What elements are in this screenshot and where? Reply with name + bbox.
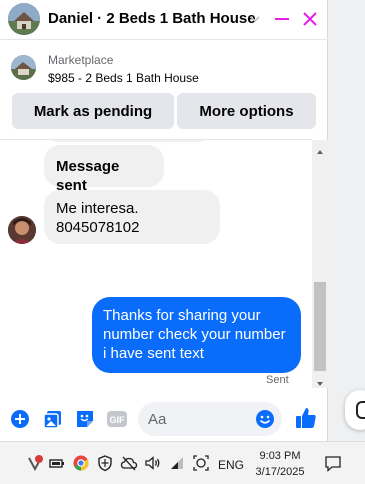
compose-icon (356, 401, 365, 419)
taskbar: ENG 9:03 PM 3/17/2025 (0, 441, 365, 484)
capture-tool-icon[interactable] (192, 454, 210, 472)
antivirus-icon[interactable] (26, 454, 44, 472)
message-list[interactable]: Message sent Me interesa. 8045078102 Tha… (0, 140, 312, 388)
volume-icon[interactable] (144, 454, 162, 472)
message-bubble-incoming[interactable]: Message sent (44, 145, 164, 194)
scroll-down-arrow-icon[interactable] (312, 376, 328, 386)
thumbs-up-icon[interactable] (294, 406, 318, 430)
messenger-chat-window: Daniel · 2 Beds 1 Bath House Marketplace… (0, 0, 328, 441)
message-line: number check your number (103, 326, 286, 343)
chat-title[interactable]: Daniel · 2 Beds 1 Bath House (48, 10, 256, 27)
cloud-offline-icon[interactable] (120, 454, 138, 472)
gif-label: GIF (110, 415, 126, 425)
message-line: i have sent text (103, 345, 204, 362)
listing-thumbnail[interactable] (11, 55, 36, 80)
mark-as-pending-button[interactable]: Mark as pending (12, 93, 174, 129)
marketplace-listing[interactable]: Marketplace $985 - 2 Beds 1 Bath House (0, 41, 328, 91)
message-input-placeholder: Aa (148, 411, 167, 428)
listing-source: Marketplace (48, 53, 114, 67)
security-shield-icon[interactable] (96, 454, 114, 472)
more-options-button[interactable]: More options (177, 93, 316, 129)
message-line: Me interesa. (56, 200, 139, 217)
input-language[interactable]: ENG (218, 458, 244, 472)
notification-icon[interactable] (324, 455, 342, 472)
gif-icon[interactable]: GIF (106, 408, 128, 430)
sender-avatar[interactable] (8, 216, 36, 244)
message-bubble-incoming[interactable]: Me interesa. 8045078102 (44, 190, 220, 244)
message-line: Thanks for sharing your (103, 307, 261, 324)
listing-actions: Mark as pending More options (12, 93, 316, 129)
sticker-icon[interactable] (74, 408, 96, 430)
floating-compose-button[interactable] (345, 390, 365, 430)
previous-message-bubble (44, 140, 212, 142)
scrollbar-thumb[interactable] (314, 282, 326, 371)
clock-date: 3/17/2025 (255, 466, 305, 478)
clock[interactable]: 9:03 PM 3/17/2025 (252, 448, 308, 480)
message-input[interactable]: Aa (138, 402, 282, 436)
message-bubble-outgoing[interactable]: Thanks for sharing your number check you… (92, 297, 301, 373)
photo-icon[interactable] (42, 408, 64, 430)
message-line: 8045078102 (56, 219, 140, 236)
listing-description: $985 - 2 Beds 1 Bath House (48, 71, 199, 85)
chevron-down-icon[interactable] (248, 12, 262, 26)
message-composer: GIF Aa (0, 398, 328, 441)
wifi-icon[interactable] (168, 454, 186, 472)
message-scrollbar[interactable] (312, 140, 328, 388)
scroll-up-arrow-icon[interactable] (312, 144, 328, 154)
screen: Daniel · 2 Beds 1 Bath House Marketplace… (0, 0, 365, 484)
minimize-icon[interactable] (272, 9, 292, 29)
plus-circle-icon[interactable] (9, 408, 31, 430)
chrome-icon[interactable] (72, 454, 90, 472)
message-status: Sent (266, 374, 289, 386)
chat-header[interactable]: Daniel · 2 Beds 1 Bath House (0, 0, 328, 40)
clock-time: 9:03 PM (259, 450, 301, 462)
listing-avatar[interactable] (8, 3, 40, 35)
emoji-icon[interactable] (254, 408, 276, 430)
close-icon[interactable] (300, 9, 320, 29)
battery-charger-icon[interactable] (48, 454, 66, 472)
